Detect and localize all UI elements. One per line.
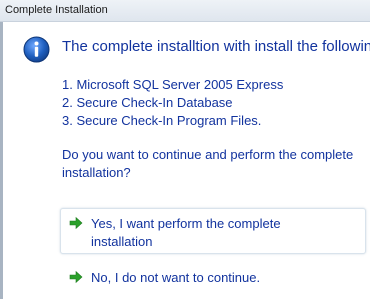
arrow-right-icon [69,216,83,230]
main-instruction: The complete installtion with install th… [62,38,370,55]
no-command-label: No, I do not want to continue. [91,270,261,285]
no-command-link[interactable]: No, I do not want to continue. [60,262,366,290]
info-icon [23,36,50,63]
list-item: 2. Secure Check-In Database [62,95,233,110]
continue-question: Do you want to continue and perform the … [62,147,354,180]
arrow-right-icon [69,270,83,284]
list-item: 1. Microsoft SQL Server 2005 Express [62,77,284,92]
yes-command-link[interactable]: Yes, I want perform the complete install… [60,208,366,254]
yes-command-label: Yes, I want perform the complete install… [91,216,281,249]
title-bar[interactable]: Complete Installation [0,0,370,22]
complete-installation-dialog: Complete Installation The complete insta… [0,0,370,299]
install-items-list: 1. Microsoft SQL Server 2005 Express 2. … [62,76,283,130]
window-title: Complete Installation [5,4,108,16]
list-item: 3. Secure Check-In Program Files. [62,113,262,128]
window-left-border [0,0,3,299]
